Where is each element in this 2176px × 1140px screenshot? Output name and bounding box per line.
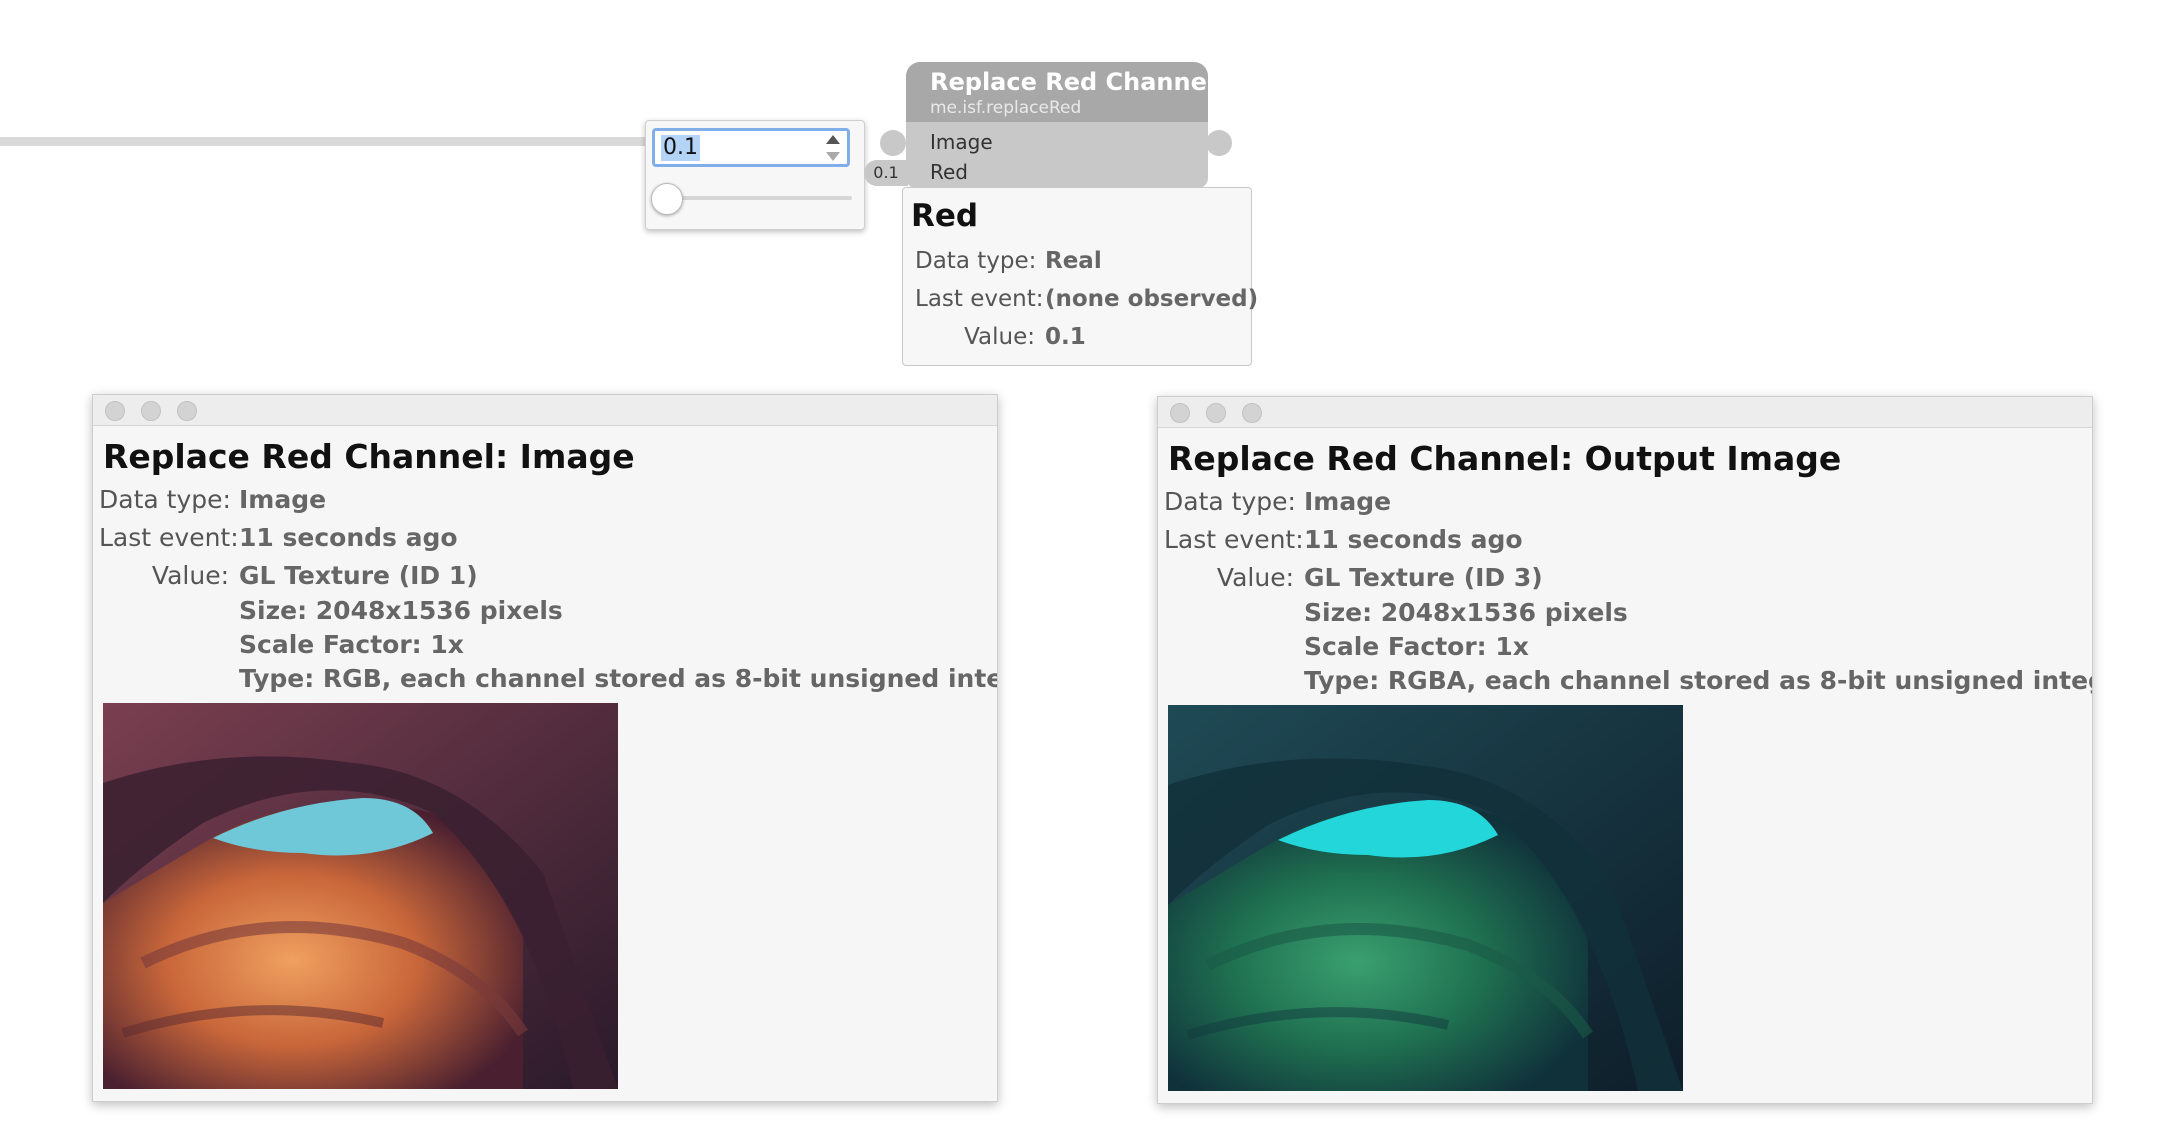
tooltip-value: (none observed) (1045, 286, 1259, 312)
canyon-photo-original (103, 703, 618, 1089)
value-slider-track[interactable] (664, 196, 852, 200)
texture-size: Size: 2048x1536 pixels (239, 596, 563, 625)
row-value: Image (239, 485, 327, 514)
node-title: Replace Red Channel (930, 68, 1216, 96)
row-key: Value: (151, 561, 229, 590)
row-key: Value: (1216, 563, 1294, 592)
input-port-image[interactable] (880, 130, 906, 156)
node-header[interactable]: Replace Red Channel me.isf.replaceRed (906, 62, 1215, 122)
row-key: Data type: (99, 485, 231, 514)
port-label-red: Red (930, 160, 968, 184)
row-key: Last event: (99, 523, 239, 552)
window-titlebar[interactable] (93, 395, 997, 426)
row-value: GL Texture (ID 1) (239, 561, 478, 590)
tooltip-row-data-type: Data type: Real (915, 248, 1102, 274)
window-title: Replace Red Channel: Output Image (1168, 439, 1842, 478)
row-value: 11 seconds ago (1304, 525, 1523, 554)
tooltip-key: Value: (964, 324, 1035, 350)
row-key: Data type: (1164, 487, 1296, 516)
node-class-name: me.isf.replaceRed (930, 98, 1082, 118)
row-last-event: Last event:11 seconds ago (99, 523, 458, 552)
close-window-icon[interactable] (105, 401, 125, 421)
window-title: Replace Red Channel: Image (103, 437, 635, 476)
value-number-text[interactable]: 0.1 (661, 135, 700, 161)
replace-red-channel-node[interactable]: Replace Red Channel me.isf.replaceRed Im… (906, 62, 1215, 188)
minimize-window-icon[interactable] (1206, 403, 1226, 423)
output-port-image[interactable] (1206, 130, 1232, 156)
row-value: Value: GL Texture (ID 3) (1164, 563, 1543, 592)
row-value: GL Texture (ID 3) (1304, 563, 1543, 592)
tooltip-row-last-event: Last event:(none observed) (915, 286, 1258, 312)
row-data-type: Data type: Image (1164, 487, 1391, 516)
texture-scale-factor: Scale Factor: 1x (1304, 632, 1529, 661)
tooltip-title: Red (911, 198, 979, 234)
row-value: 11 seconds ago (239, 523, 458, 552)
input-port-red-value[interactable]: 0.1 (864, 160, 908, 186)
tooltip-key: Data type: (915, 248, 1037, 274)
tooltip-value: Real (1045, 248, 1102, 274)
row-value: Value: GL Texture (ID 1) (99, 561, 478, 590)
canyon-photo-red-replaced (1168, 705, 1683, 1091)
tooltip-value: 0.1 (1045, 324, 1086, 350)
texture-size: Size: 2048x1536 pixels (1304, 598, 1628, 627)
stepper-up-icon[interactable] (826, 135, 840, 144)
window-titlebar[interactable] (1158, 397, 2092, 428)
value-slider-knob[interactable] (651, 183, 683, 215)
port-tooltip: Red Data type: Real Last event:(none obse… (902, 187, 1258, 366)
value-editor-popover: 0.1 (645, 120, 865, 230)
close-window-icon[interactable] (1170, 403, 1190, 423)
minimize-window-icon[interactable] (141, 401, 161, 421)
row-last-event: Last event:11 seconds ago (1164, 525, 1523, 554)
stepper-down-icon[interactable] (826, 152, 840, 161)
value-stepper[interactable] (823, 133, 843, 165)
texture-scale-factor: Scale Factor: 1x (239, 630, 464, 659)
output-image-inspector-window[interactable]: Replace Red Channel: Output Image Data t… (1157, 396, 2093, 1104)
tooltip-row-value: Value: 0.1 (915, 324, 1086, 350)
tooltip-key: Last event: (915, 286, 1044, 312)
zoom-window-icon[interactable] (177, 401, 197, 421)
value-number-field[interactable]: 0.1 (652, 128, 850, 167)
row-data-type: Data type: Image (99, 485, 326, 514)
input-cable[interactable] (0, 137, 655, 146)
row-value: Image (1304, 487, 1392, 516)
port-label-image: Image (930, 130, 993, 154)
texture-type: Type: RGB, each channel stored as 8-bit … (239, 664, 997, 693)
texture-type: Type: RGBA, each channel stored as 8-bit… (1304, 666, 2092, 695)
row-key: Last event: (1164, 525, 1304, 554)
node-ports-body: Image Red (906, 122, 1208, 188)
zoom-window-icon[interactable] (1242, 403, 1262, 423)
image-inspector-window[interactable]: Replace Red Channel: Image Data type: Ima… (92, 394, 998, 1102)
